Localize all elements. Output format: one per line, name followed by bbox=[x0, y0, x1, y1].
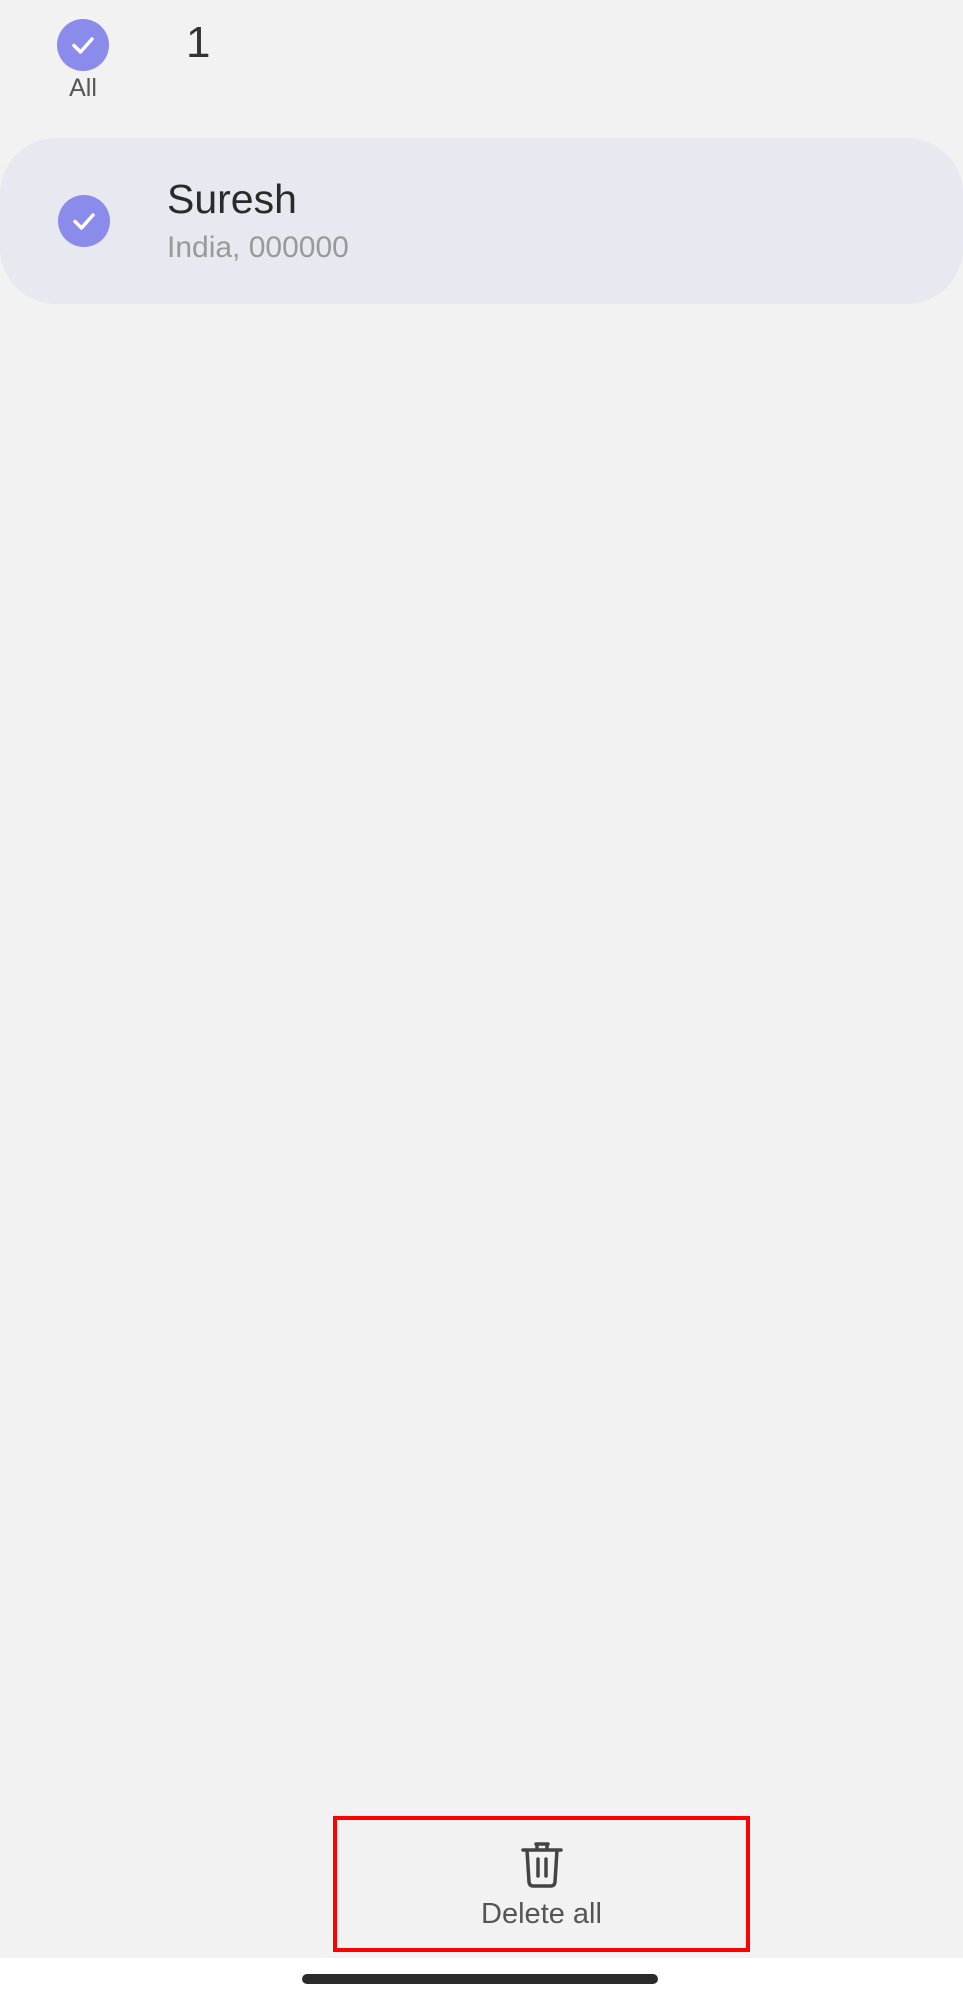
address-list-item[interactable]: Suresh India, 000000 bbox=[0, 138, 963, 304]
address-name: Suresh bbox=[167, 176, 297, 222]
trash-icon bbox=[520, 1841, 563, 1888]
checkmark-icon bbox=[73, 213, 95, 230]
delete-all-button[interactable]: Delete all bbox=[333, 1816, 750, 1952]
delete-all-label: Delete all bbox=[481, 1897, 602, 1930]
selected-count: 1 bbox=[186, 18, 211, 67]
select-all-checkbox[interactable] bbox=[57, 19, 109, 71]
address-detail: India, 000000 bbox=[167, 231, 349, 264]
address-item-checkbox[interactable] bbox=[58, 195, 110, 247]
select-all-label: All bbox=[69, 74, 97, 102]
home-gesture-handle[interactable] bbox=[302, 1974, 658, 1984]
checkmark-icon bbox=[72, 37, 94, 54]
